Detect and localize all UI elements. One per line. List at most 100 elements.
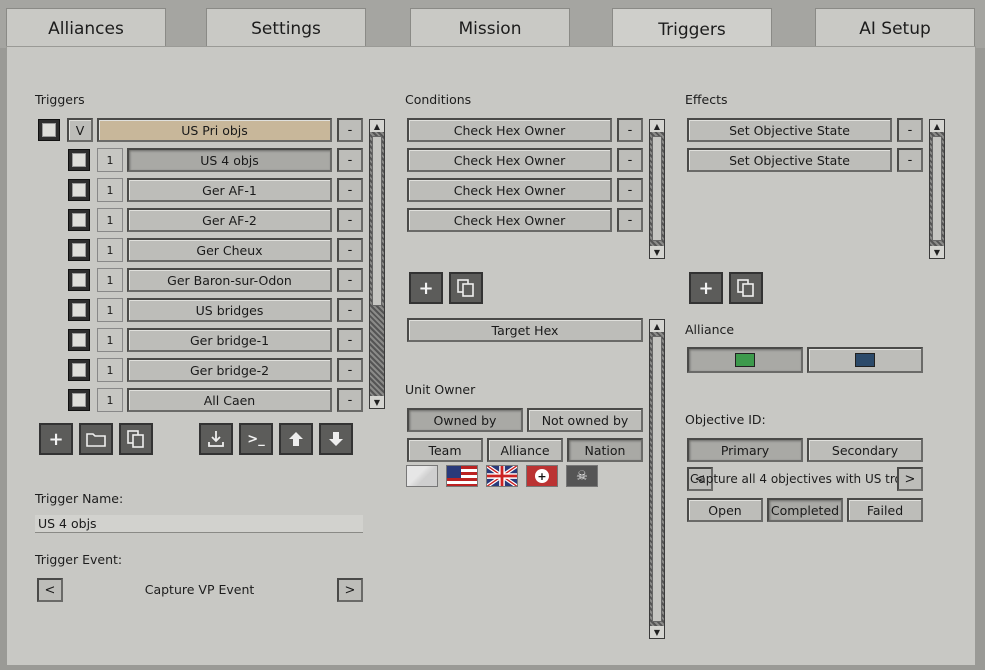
trigger-event-prev-button[interactable]: < bbox=[37, 578, 63, 602]
tab-settings[interactable]: Settings bbox=[206, 8, 366, 48]
add-condition-button[interactable]: + bbox=[409, 272, 443, 304]
trigger-root-toggle[interactable]: V bbox=[67, 118, 93, 142]
condition-item[interactable]: Check Hex Owner bbox=[407, 208, 612, 232]
trigger-remove-button[interactable]: - bbox=[337, 328, 363, 352]
scroll-up-icon[interactable]: ▲ bbox=[370, 120, 384, 132]
trigger-item[interactable]: Ger AF-1 bbox=[127, 178, 332, 202]
scroll-up-icon[interactable]: ▲ bbox=[650, 320, 664, 332]
trigger-checkbox[interactable] bbox=[68, 239, 90, 261]
trigger-remove-button[interactable]: - bbox=[337, 238, 363, 262]
move-up-button[interactable] bbox=[279, 423, 313, 455]
scroll-up-icon[interactable]: ▲ bbox=[650, 120, 664, 132]
trigger-checkbox[interactable] bbox=[68, 299, 90, 321]
trigger-item[interactable]: Ger Cheux bbox=[127, 238, 332, 262]
add-folder-button[interactable] bbox=[79, 423, 113, 455]
scroll-down-icon[interactable]: ▼ bbox=[650, 246, 664, 258]
condition-remove-button[interactable]: - bbox=[617, 208, 643, 232]
add-effect-button[interactable]: + bbox=[689, 272, 723, 304]
trigger-remove-button[interactable]: - bbox=[337, 268, 363, 292]
alliance-option-2[interactable] bbox=[807, 347, 923, 373]
copy-icon bbox=[127, 430, 144, 448]
trigger-root-checkbox[interactable] bbox=[38, 119, 60, 141]
trigger-item[interactable]: Ger AF-2 bbox=[127, 208, 332, 232]
trigger-item[interactable]: US bridges bbox=[127, 298, 332, 322]
import-trigger-button[interactable] bbox=[199, 423, 233, 455]
effect-item[interactable]: Set Objective State bbox=[687, 148, 892, 172]
flag-skull-icon[interactable]: ☠ bbox=[566, 465, 598, 487]
alliance-button[interactable]: Alliance bbox=[487, 438, 563, 462]
trigger-event-value: Capture VP Event bbox=[144, 582, 255, 597]
scroll-thumb[interactable] bbox=[932, 136, 942, 241]
add-trigger-button[interactable]: + bbox=[39, 423, 73, 455]
console-icon: >_ bbox=[247, 431, 265, 447]
trigger-remove-button[interactable]: - bbox=[337, 388, 363, 412]
conditions-scrollbar[interactable]: ▲ ▼ bbox=[649, 119, 665, 259]
tab-ai-setup[interactable]: AI Setup bbox=[815, 8, 975, 48]
condition-remove-button[interactable]: - bbox=[617, 118, 643, 142]
trigger-item[interactable]: Ger bridge-1 bbox=[127, 328, 332, 352]
trigger-remove-button[interactable]: - bbox=[337, 148, 363, 172]
move-down-button[interactable] bbox=[319, 423, 353, 455]
flag-uk-icon[interactable] bbox=[486, 465, 518, 487]
target-hex-button[interactable]: Target Hex bbox=[407, 318, 643, 342]
effect-item[interactable]: Set Objective State bbox=[687, 118, 892, 142]
trigger-name-input[interactable]: US 4 objs bbox=[35, 515, 363, 533]
copy-trigger-button[interactable] bbox=[119, 423, 153, 455]
scroll-thumb[interactable] bbox=[652, 336, 662, 622]
scroll-up-icon[interactable]: ▲ bbox=[930, 120, 944, 132]
console-button[interactable]: >_ bbox=[239, 423, 273, 455]
trigger-checkbox[interactable] bbox=[68, 179, 90, 201]
effect-remove-button[interactable]: - bbox=[897, 148, 923, 172]
alliance-option-1[interactable] bbox=[687, 347, 803, 373]
trigger-remove-button[interactable]: - bbox=[337, 208, 363, 232]
tab-mission[interactable]: Mission bbox=[410, 8, 570, 48]
trigger-root-name[interactable]: US Pri objs bbox=[97, 118, 332, 142]
scroll-thumb[interactable] bbox=[372, 136, 382, 306]
primary-button[interactable]: Primary bbox=[687, 438, 803, 462]
trigger-item[interactable]: Ger bridge-2 bbox=[127, 358, 332, 382]
flag-us-icon[interactable] bbox=[446, 465, 478, 487]
flag-neutral-icon[interactable] bbox=[406, 465, 438, 487]
scroll-down-icon[interactable]: ▼ bbox=[930, 246, 944, 258]
tab-alliances[interactable]: Alliances bbox=[6, 8, 166, 48]
trigger-event-next-button[interactable]: > bbox=[337, 578, 363, 602]
trigger-remove-button[interactable]: - bbox=[337, 178, 363, 202]
flag-germany-icon[interactable]: + bbox=[526, 465, 558, 487]
condition-item[interactable]: Check Hex Owner bbox=[407, 178, 612, 202]
effect-remove-button[interactable]: - bbox=[897, 118, 923, 142]
tab-triggers[interactable]: Triggers bbox=[612, 8, 772, 50]
trigger-root-remove[interactable]: - bbox=[337, 118, 363, 142]
trigger-checkbox[interactable] bbox=[68, 359, 90, 381]
scroll-thumb[interactable] bbox=[652, 136, 662, 241]
trigger-checkbox[interactable] bbox=[68, 269, 90, 291]
trigger-remove-button[interactable]: - bbox=[337, 358, 363, 382]
objective-next-button[interactable]: > bbox=[897, 467, 923, 491]
condition-item[interactable]: Check Hex Owner bbox=[407, 118, 612, 142]
copy-condition-button[interactable] bbox=[449, 272, 483, 304]
condition-remove-button[interactable]: - bbox=[617, 148, 643, 172]
team-button[interactable]: Team bbox=[407, 438, 483, 462]
copy-effect-button[interactable] bbox=[729, 272, 763, 304]
trigger-item[interactable]: All Caen bbox=[127, 388, 332, 412]
condition-item[interactable]: Check Hex Owner bbox=[407, 148, 612, 172]
trigger-item[interactable]: US 4 objs bbox=[127, 148, 332, 172]
nation-button[interactable]: Nation bbox=[567, 438, 643, 462]
triggers-scrollbar[interactable]: ▲ ▼ bbox=[369, 119, 385, 409]
scroll-down-icon[interactable]: ▼ bbox=[650, 626, 664, 638]
owned-by-button[interactable]: Owned by bbox=[407, 408, 523, 432]
trigger-item[interactable]: Ger Baron-sur-Odon bbox=[127, 268, 332, 292]
not-owned-by-button[interactable]: Not owned by bbox=[527, 408, 643, 432]
state-open-button[interactable]: Open bbox=[687, 498, 763, 522]
trigger-remove-button[interactable]: - bbox=[337, 298, 363, 322]
trigger-checkbox[interactable] bbox=[68, 389, 90, 411]
state-failed-button[interactable]: Failed bbox=[847, 498, 923, 522]
scroll-down-icon[interactable]: ▼ bbox=[370, 396, 384, 408]
condition-remove-button[interactable]: - bbox=[617, 178, 643, 202]
condition-detail-scrollbar[interactable]: ▲ ▼ bbox=[649, 319, 665, 639]
trigger-checkbox[interactable] bbox=[68, 209, 90, 231]
trigger-checkbox[interactable] bbox=[68, 329, 90, 351]
secondary-button[interactable]: Secondary bbox=[807, 438, 923, 462]
effects-scrollbar[interactable]: ▲ ▼ bbox=[929, 119, 945, 259]
trigger-checkbox[interactable] bbox=[68, 149, 90, 171]
state-completed-button[interactable]: Completed bbox=[767, 498, 843, 522]
